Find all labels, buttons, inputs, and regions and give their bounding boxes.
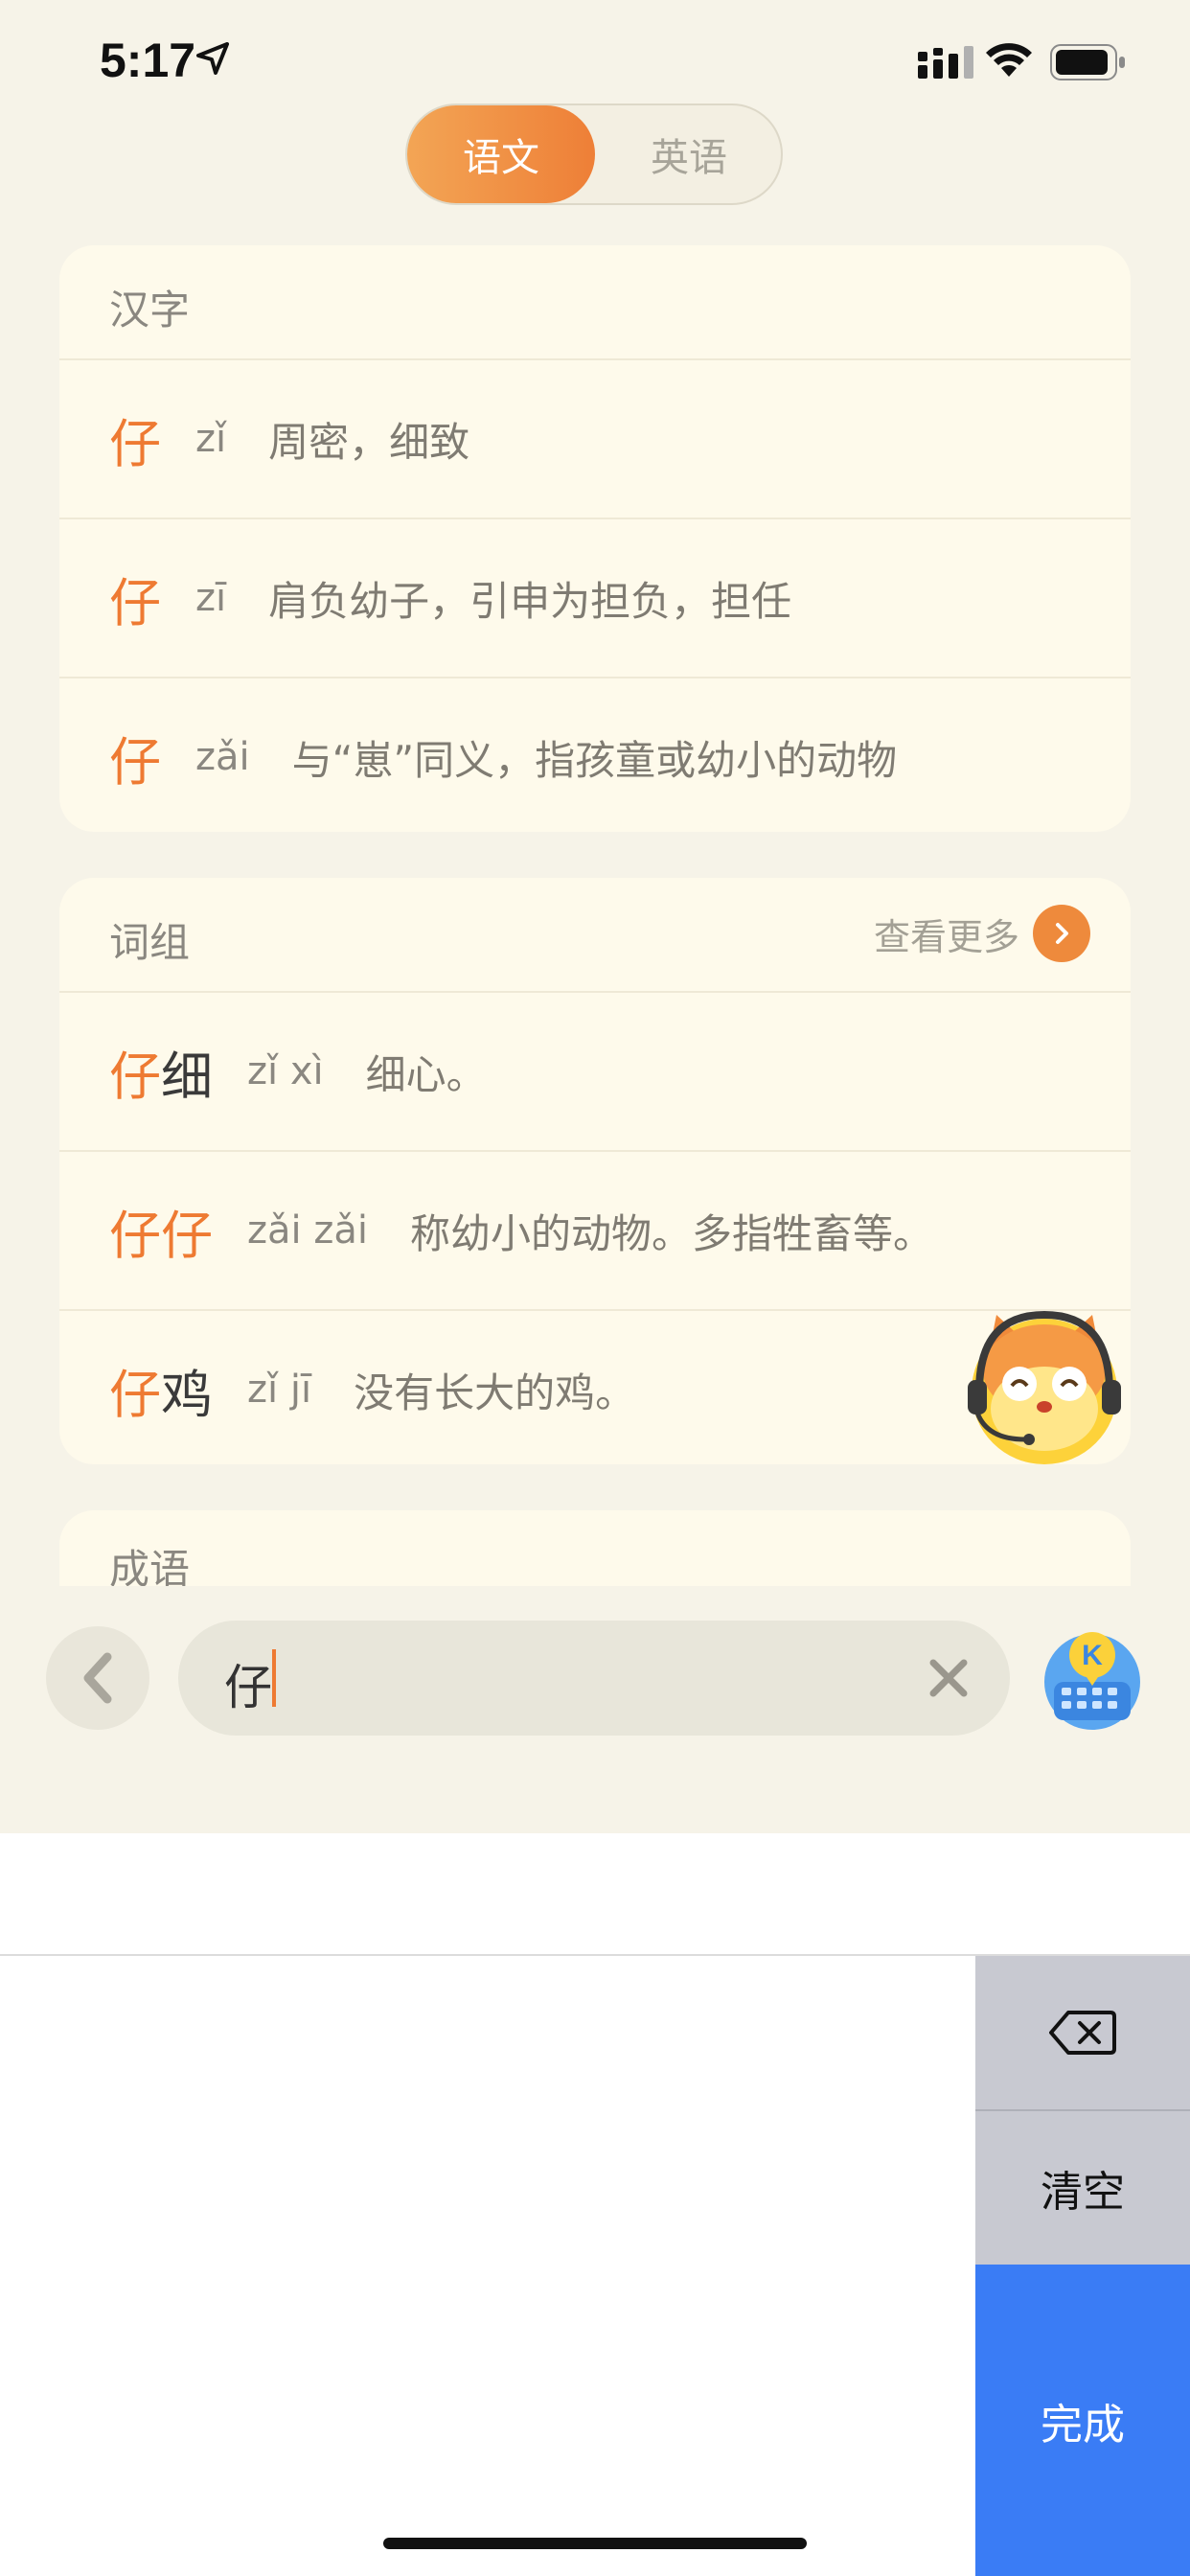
- text-caret: [272, 1649, 276, 1707]
- phrase-highlight: 仔: [109, 1364, 161, 1425]
- hanzi-card-title: 汉字: [109, 287, 191, 334]
- subject-tabs: 语文 英语: [405, 104, 783, 205]
- see-more-button[interactable]: 查看更多: [874, 905, 1090, 962]
- back-button[interactable]: [46, 1626, 149, 1730]
- hanzi-char: 仔: [109, 572, 161, 633]
- keyboard-toggle-icon[interactable]: K: [1041, 1626, 1144, 1730]
- phrase-highlight: 仔: [109, 1046, 161, 1107]
- keyboard-done-key[interactable]: 完成: [975, 2265, 1190, 2576]
- hanzi-pinyin: zī: [195, 576, 227, 620]
- idioms-card-title: 成语: [109, 1546, 191, 1586]
- wifi-icon: [986, 43, 1032, 77]
- hanzi-card: 汉字 仔 zǐ 周密，细致 仔 zī 肩负幼子，引申为担负，担任 仔 zǎi 与…: [59, 245, 1131, 832]
- keyboard-clear-key[interactable]: 清空: [975, 2111, 1190, 2265]
- hanzi-row[interactable]: 仔 zǐ 周密，细致: [59, 360, 1131, 519]
- search-input[interactable]: 仔: [178, 1621, 1010, 1736]
- backspace-icon: [1049, 2011, 1116, 2055]
- status-time: 5:17: [100, 34, 196, 87]
- tab-english[interactable]: 英语: [595, 105, 783, 203]
- keyboard-badge-letter: K: [1082, 1640, 1103, 1671]
- phrase-rest: 鸡: [161, 1364, 213, 1425]
- phrase-word: 仔仔: [109, 1193, 213, 1269]
- clear-search-icon[interactable]: [927, 1657, 970, 1699]
- phrase-pinyin: zǐ xì: [247, 1049, 324, 1093]
- hanzi-char: 仔: [109, 413, 161, 474]
- keyboard-candidate-bar: [0, 1833, 1190, 1956]
- hanzi-row[interactable]: 仔 zī 肩负幼子，引申为担负，担任: [59, 519, 1131, 678]
- hanzi-pinyin: zǎi: [195, 735, 250, 779]
- hanzi-char: 仔: [109, 731, 161, 793]
- hanzi-definition: 周密，细致: [268, 418, 470, 466]
- phrase-rest: 细: [161, 1046, 213, 1107]
- hanzi-pinyin: zǐ: [195, 417, 227, 461]
- search-input-value: 仔: [224, 1660, 272, 1715]
- see-more-label: 查看更多: [873, 915, 1019, 958]
- phrase-definition: 称幼小的动物。多指牲畜等。: [409, 1209, 933, 1257]
- keyboard-delete-key[interactable]: [975, 1956, 1190, 2111]
- phrase-pinyin: zǎi zǎi: [247, 1208, 368, 1253]
- phrase-definition: 没有长大的鸡。: [354, 1368, 636, 1416]
- phrase-row[interactable]: 仔仔 zǎi zǎi 称幼小的动物。多指牲畜等。: [59, 1152, 1131, 1311]
- fox-mascot-icon[interactable]: [958, 1296, 1131, 1468]
- cellular-signal-icon: [918, 46, 973, 79]
- chevron-left-icon: [83, 1652, 112, 1704]
- keyboard: 清空 完成: [0, 1956, 1190, 2576]
- phrase-row[interactable]: 仔细 zǐ xì 细心。: [59, 993, 1131, 1152]
- hanzi-row[interactable]: 仔 zǎi 与“崽”同义，指孩童或幼小的动物: [59, 678, 1131, 832]
- home-indicator: [383, 2538, 807, 2549]
- hanzi-definition: 与“崽”同义，指孩童或幼小的动物: [291, 736, 898, 784]
- phrases-card-title: 词组: [109, 919, 191, 966]
- phrase-word: 仔鸡: [109, 1352, 213, 1428]
- phrase-highlight: 仔仔: [109, 1205, 213, 1266]
- idioms-card: 成语: [59, 1510, 1131, 1586]
- phrase-word: 仔细: [109, 1034, 213, 1110]
- search-bar-area: 仔 K: [0, 1586, 1190, 1833]
- tab-chinese[interactable]: 语文: [407, 105, 595, 203]
- phrase-definition: 细心。: [365, 1050, 487, 1098]
- hanzi-card-header: 汉字: [59, 245, 1131, 360]
- phrases-card-header: 词组 查看更多: [59, 878, 1131, 993]
- hanzi-definition: 肩负幼子，引申为担负，担任: [268, 577, 792, 625]
- location-arrow-icon: [196, 42, 229, 75]
- chevron-right-icon: [1033, 905, 1090, 962]
- battery-icon: [1050, 44, 1125, 80]
- phrase-pinyin: zǐ jī: [247, 1368, 312, 1412]
